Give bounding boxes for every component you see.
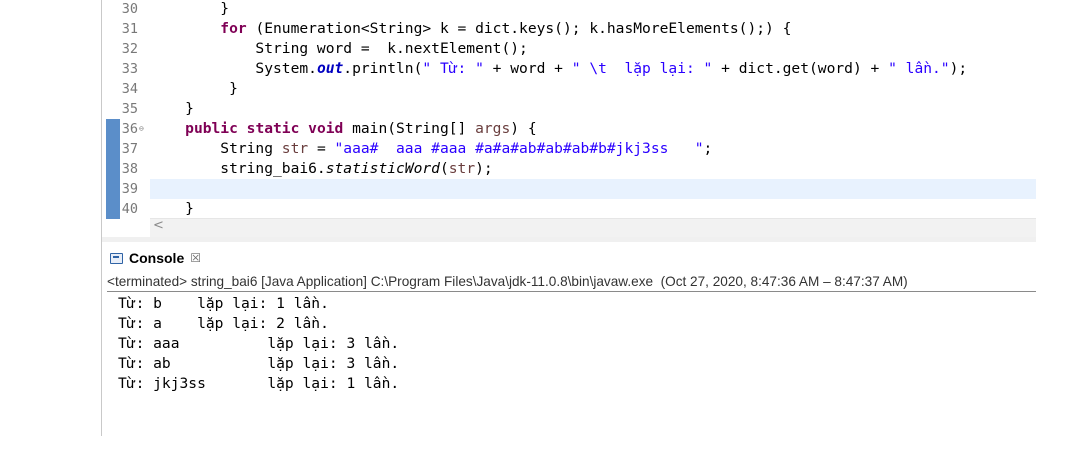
scroll-left-icon[interactable]: < — [153, 218, 164, 233]
code-line[interactable]: System.out.println(" Từ: " + word + " \t… — [150, 59, 967, 79]
console-icon — [110, 252, 123, 264]
line-number: 37 — [121, 141, 138, 157]
line-number: 30 — [121, 1, 138, 17]
line-number: 34 — [121, 81, 138, 97]
code-token: } — [150, 200, 194, 217]
current-line-highlight — [150, 179, 1036, 199]
code-token: ( — [439, 160, 449, 177]
console-output-line: Từ: a lặp lại: 2 lần. — [118, 315, 329, 332]
tab-console[interactable]: Console ☒ — [110, 248, 201, 268]
code-token: = — [308, 140, 335, 157]
code-token: } — [150, 0, 230, 17]
code-token: (Enumeration<String> k = dict.keys(); k.… — [246, 20, 792, 37]
code-editor[interactable]: 30 31 32 33 34 35 36 ⊖ 37 38 39 40 } for… — [102, 0, 1036, 219]
code-token: statisticWord — [325, 160, 440, 177]
code-token: ; — [703, 140, 713, 157]
console-output-line: Từ: jkj3ss lặp lại: 1 lần. — [118, 375, 400, 392]
code-token: for — [220, 20, 247, 37]
console-output-line: Từ: b lặp lại: 1 lần. — [118, 295, 329, 312]
console-output-line: Từ: aaa lặp lại: 3 lần. — [118, 335, 400, 352]
code-token: ); — [475, 160, 493, 177]
line-number: 33 — [121, 61, 138, 77]
line-number: 35 — [121, 101, 138, 117]
line-number: 32 — [121, 41, 138, 57]
line-number: 39 — [121, 181, 138, 197]
code-token: " Từ: " — [422, 60, 484, 77]
code-token: args — [475, 120, 511, 137]
code-token: System. — [150, 60, 317, 77]
code-token: str — [448, 160, 476, 177]
fold-collapse-icon[interactable]: ⊖ — [139, 119, 144, 139]
code-token: } — [150, 80, 238, 97]
code-token: .println( — [343, 60, 423, 77]
line-number: 36 — [121, 121, 138, 137]
horizontal-scrollbar[interactable]: < — [150, 218, 1036, 237]
code-token: String — [150, 140, 282, 157]
code-token: } — [150, 100, 194, 117]
code-line[interactable]: } — [150, 199, 194, 219]
code-token: public static void — [185, 120, 344, 137]
console-tab-label: Console — [129, 250, 185, 266]
code-token: " lần." — [888, 60, 950, 77]
console-output-line: Từ: ab lặp lại: 3 lần. — [118, 355, 400, 372]
close-icon[interactable]: ☒ — [190, 251, 201, 265]
code-token: String word = k.nextElement(); — [150, 40, 528, 57]
code-line[interactable]: } — [150, 79, 238, 99]
line-number: 31 — [121, 21, 138, 37]
line-number: 38 — [121, 161, 138, 177]
code-line[interactable]: } — [150, 0, 229, 19]
code-token: main(String[] — [343, 120, 476, 137]
line-number-gutter: 30 31 32 33 34 35 36 ⊖ 37 38 39 40 — [102, 0, 146, 219]
code-line[interactable]: } — [150, 99, 194, 119]
code-token: "aaa# aaa #aaa #a#a#ab#ab#ab#b#jkj3ss " — [334, 140, 704, 157]
line-number: 40 — [121, 201, 138, 217]
code-token: + dict.get(word) + — [712, 60, 889, 77]
code-token: str — [281, 140, 309, 157]
code-token: ) { — [510, 120, 537, 137]
console-status-line: <terminated> string_bai6 [Java Applicati… — [107, 273, 1036, 292]
code-token: string_bai6. — [150, 160, 326, 177]
code-token: ); — [949, 60, 968, 77]
code-line[interactable]: public static void main(String[] args) { — [150, 119, 537, 139]
code-token: + word + — [483, 60, 572, 77]
code-line[interactable]: String word = k.nextElement(); — [150, 39, 528, 59]
code-line[interactable]: for (Enumeration<String> k = dict.keys()… — [150, 19, 791, 39]
code-line[interactable]: String str = "aaa# aaa #aaa #a#a#ab#ab#a… — [150, 139, 712, 159]
code-token: " \t lặp lại: " — [571, 60, 713, 77]
code-token: out — [316, 60, 344, 77]
code-line[interactable]: string_bai6.statisticWord(str); — [150, 159, 493, 179]
console-tab-bar: Console ☒ — [102, 242, 1036, 272]
